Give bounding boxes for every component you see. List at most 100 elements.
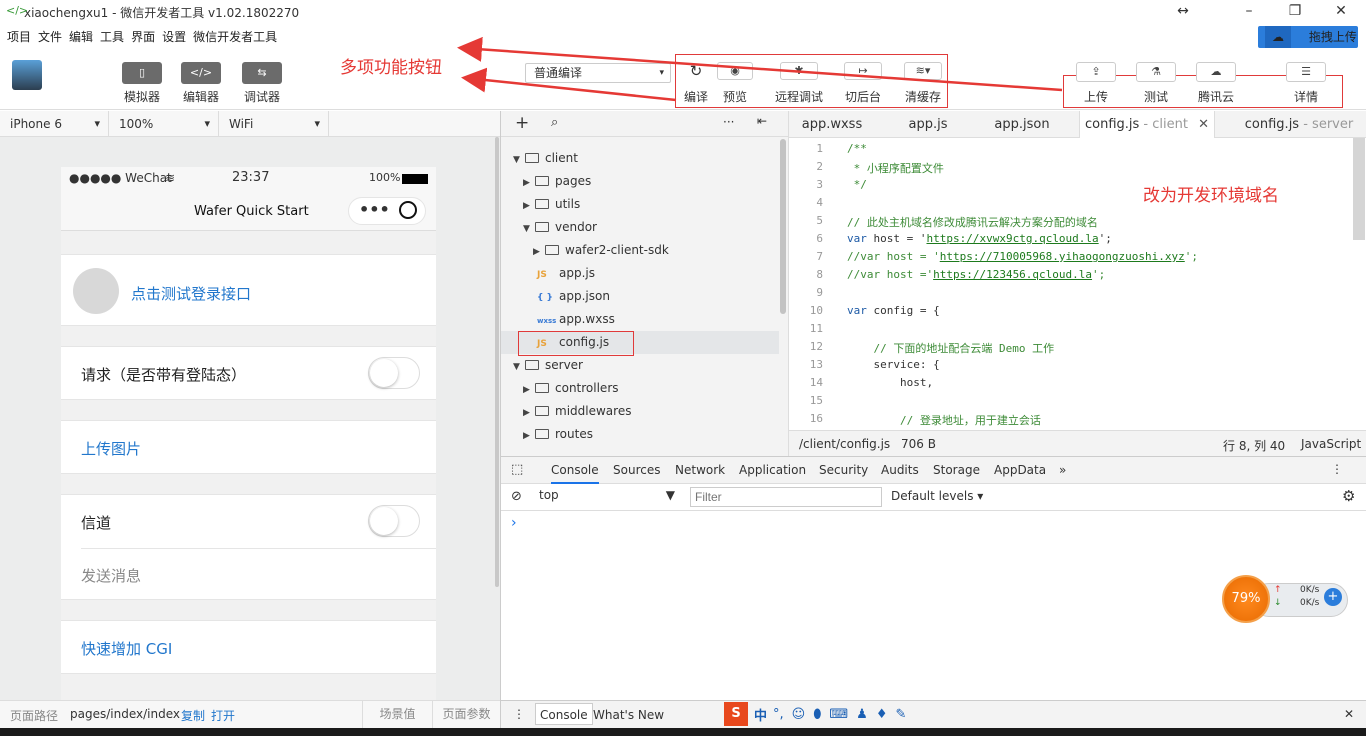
tab-app-js[interactable]: app.js bbox=[885, 111, 971, 138]
tab-appdata[interactable]: AppData bbox=[994, 457, 1046, 484]
device-select[interactable]: iPhone 6 bbox=[0, 111, 109, 137]
tree-folder-client[interactable]: ▼ client bbox=[513, 147, 578, 169]
shirt-icon[interactable]: ♦ bbox=[876, 707, 888, 722]
tree-folder-vendor[interactable]: ▼ vendor bbox=[523, 216, 597, 238]
close-circle-icon[interactable] bbox=[399, 201, 417, 219]
emoji-icon[interactable]: ☺ bbox=[792, 707, 806, 722]
ime-language[interactable]: 中 bbox=[754, 705, 767, 724]
debugger-button[interactable]: ⇆ 调试器 bbox=[242, 62, 282, 105]
wrench-icon[interactable]: ✎ bbox=[895, 707, 906, 722]
tab-config-client[interactable]: config.js - client ✕ bbox=[1079, 111, 1215, 138]
tab-storage[interactable]: Storage bbox=[933, 457, 980, 484]
tab-security[interactable]: Security bbox=[819, 457, 868, 484]
maximize-button[interactable]: ❐ bbox=[1272, 0, 1318, 24]
tab-config-server[interactable]: config.js - server bbox=[1231, 111, 1366, 138]
simulator-button[interactable]: ▯ 模拟器 bbox=[122, 62, 162, 105]
more-tabs-button[interactable]: » bbox=[1059, 457, 1066, 484]
minimize-button[interactable]: – bbox=[1226, 0, 1272, 24]
drawer-tab-console[interactable]: Console bbox=[535, 703, 593, 725]
cloud-upload-button[interactable]: ☁ 拖拽上传 bbox=[1258, 26, 1358, 48]
more-icon[interactable]: ••• bbox=[359, 200, 390, 219]
search-icon[interactable]: ⌕ bbox=[551, 115, 558, 130]
clear-cache-button[interactable]: ≋▾ 清缓存 bbox=[900, 62, 946, 105]
remote-debug-button[interactable]: ✱ 远程调试 bbox=[774, 62, 824, 105]
keyboard-icon[interactable]: ⌨ bbox=[829, 707, 848, 722]
context-select[interactable]: top ▼ bbox=[539, 488, 679, 506]
menu-file[interactable]: 文件 bbox=[38, 28, 62, 45]
editor-button[interactable]: </> 编辑器 bbox=[181, 62, 221, 105]
close-icon[interactable]: ✕ bbox=[1198, 117, 1209, 132]
more-icon[interactable]: ⋮ bbox=[513, 707, 525, 721]
tab-console[interactable]: Console bbox=[551, 457, 599, 484]
scrollbar[interactable] bbox=[780, 139, 786, 314]
menu-edit[interactable]: 编辑 bbox=[69, 28, 93, 45]
inspect-icon[interactable]: ⬚ bbox=[511, 462, 523, 477]
menu-devtools[interactable]: 微信开发者工具 bbox=[193, 28, 277, 45]
avatar[interactable] bbox=[12, 60, 42, 90]
tree-file-app-js[interactable]: JS app.js bbox=[537, 262, 595, 284]
gear-icon[interactable]: ⚙ bbox=[1342, 487, 1355, 505]
tree-folder-sdk[interactable]: ▶ wafer2-client-sdk bbox=[533, 239, 669, 261]
zoom-select[interactable]: 100% bbox=[109, 111, 219, 137]
tree-folder-middlewares[interactable]: ▶ middlewares bbox=[523, 400, 631, 422]
compile-mode-select[interactable]: 普通编译 ▾ bbox=[525, 63, 671, 83]
tab-application[interactable]: Application bbox=[739, 457, 806, 484]
filter-input[interactable] bbox=[690, 487, 882, 507]
scene-button[interactable]: 场景值 bbox=[362, 701, 432, 728]
folder-icon bbox=[535, 429, 549, 439]
details-button[interactable]: ☰ 详情 bbox=[1285, 62, 1327, 105]
tab-audits[interactable]: Audits bbox=[881, 457, 919, 484]
channel-toggle[interactable] bbox=[368, 505, 420, 537]
tree-folder-server[interactable]: ▼ server bbox=[513, 354, 583, 376]
add-icon[interactable]: + bbox=[515, 113, 529, 133]
test-button[interactable]: ⚗ 测试 bbox=[1135, 62, 1177, 105]
tree-folder-utils[interactable]: ▶ utils bbox=[523, 193, 580, 215]
collapse-icon[interactable]: ⇤ bbox=[757, 114, 767, 128]
more-icon[interactable]: ··· bbox=[723, 115, 734, 129]
capsule-menu[interactable]: ••• bbox=[348, 197, 426, 225]
preview-button[interactable]: ◉ 预览 bbox=[716, 62, 754, 105]
request-toggle[interactable] bbox=[368, 357, 420, 389]
menu-project[interactable]: 项目 bbox=[7, 28, 31, 45]
mic-icon[interactable]: ⬮ bbox=[813, 707, 821, 722]
code-area[interactable]: 1 2 3 4 5 6 7 8 9 10 11 12 13 14 15 16 /** * 小程序配置文件 */… bbox=[789, 138, 1366, 430]
drawer-tab-whats-new[interactable]: What's New bbox=[593, 708, 664, 722]
menu-tools[interactable]: 工具 bbox=[100, 28, 124, 45]
params-button[interactable]: 页面参数 bbox=[432, 701, 500, 728]
menu-settings[interactable]: 设置 bbox=[162, 28, 186, 45]
network-select[interactable]: WiFi bbox=[219, 111, 329, 137]
open-link[interactable]: 打开 bbox=[211, 707, 235, 724]
background-button[interactable]: ↦ 切后台 bbox=[840, 62, 886, 105]
tab-app-json[interactable]: app.json bbox=[979, 111, 1065, 138]
scrollbar[interactable] bbox=[495, 137, 499, 587]
close-icon[interactable]: ✕ bbox=[1344, 707, 1354, 721]
clear-icon[interactable]: ⊘ bbox=[511, 489, 522, 504]
tencent-cloud-button[interactable]: ☁ 腾讯云 bbox=[1195, 62, 1237, 105]
add-cgi-cell[interactable]: 快速增加 CGI bbox=[61, 620, 436, 674]
tab-app-wxss[interactable]: app.wxss bbox=[789, 111, 875, 138]
ime-punctuation[interactable]: °, bbox=[773, 707, 784, 722]
menu-view[interactable]: 界面 bbox=[131, 28, 155, 45]
more-icon[interactable]: ⋮ bbox=[1331, 462, 1343, 476]
tab-sources[interactable]: Sources bbox=[613, 457, 660, 484]
tree-folder-controllers[interactable]: ▶ controllers bbox=[523, 377, 619, 399]
network-speed-widget[interactable]: 79% ↑ ↓ 0K/s 0K/s + bbox=[1222, 575, 1350, 623]
tree-file-app-json[interactable]: { } app.json bbox=[537, 285, 610, 307]
compile-button[interactable]: ↻ 编译 bbox=[680, 62, 712, 105]
tree-folder-pages[interactable]: ▶ pages bbox=[523, 170, 591, 192]
login-cell[interactable]: 点击测试登录接口 bbox=[61, 254, 436, 326]
resize-icon[interactable]: ↔ bbox=[1160, 0, 1206, 24]
sogou-icon[interactable]: S bbox=[724, 702, 748, 726]
tree-file-app-wxss[interactable]: wxss app.wxss bbox=[537, 308, 615, 330]
plus-icon[interactable]: + bbox=[1324, 588, 1342, 606]
user-icon[interactable]: ♟ bbox=[856, 707, 868, 722]
tab-network[interactable]: Network bbox=[675, 457, 725, 484]
upload-button[interactable]: ⇪ 上传 bbox=[1075, 62, 1117, 105]
scrollbar[interactable] bbox=[1353, 138, 1365, 240]
tree-folder-routes[interactable]: ▶ routes bbox=[523, 423, 593, 445]
upload-image-cell[interactable]: 上传图片 bbox=[61, 420, 436, 474]
levels-select[interactable]: Default levels ▾ bbox=[891, 489, 983, 503]
console-prompt[interactable]: › bbox=[511, 515, 517, 531]
copy-link[interactable]: 复制 bbox=[181, 707, 205, 724]
close-button[interactable]: ✕ bbox=[1318, 0, 1364, 24]
